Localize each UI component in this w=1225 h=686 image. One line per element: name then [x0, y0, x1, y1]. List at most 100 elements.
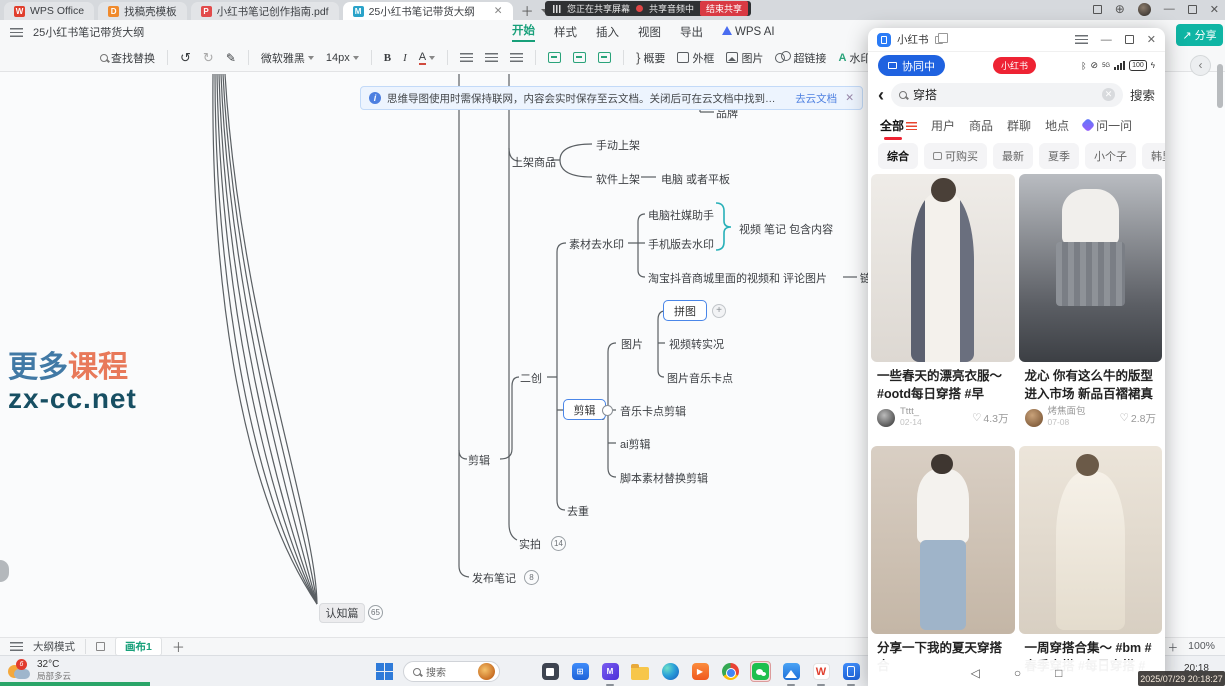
frame-button[interactable]: 外框 [677, 50, 714, 66]
insert-subtopic-icon[interactable] [573, 52, 586, 63]
layout-icon[interactable] [1093, 5, 1102, 14]
chip-korean-style[interactable]: 韩里韩气 [1142, 143, 1165, 169]
zoom-in-button[interactable]: ＋ [1168, 640, 1179, 655]
wps-app-icon[interactable]: W [811, 662, 831, 682]
chrome-icon[interactable] [720, 662, 740, 682]
phone-link-icon[interactable] [841, 662, 861, 682]
tab-groups[interactable]: 群聊 [1007, 117, 1031, 134]
insert-relation-icon[interactable] [598, 52, 611, 63]
task-view-button[interactable] [540, 662, 560, 682]
node-edit-parent[interactable]: 剪辑 [468, 452, 490, 468]
outline-mode-icon[interactable] [10, 642, 23, 651]
taskbar-search[interactable]: 搜索 [403, 661, 500, 682]
node-dedup[interactable]: 去重 [567, 503, 589, 519]
outline-mode-button[interactable]: 大纲模式 [33, 639, 75, 654]
node-device[interactable]: 电脑 或者平板 [661, 171, 730, 187]
menu-export[interactable]: 导出 [680, 24, 703, 40]
vertical-scrollbar[interactable] [1217, 64, 1223, 108]
tab-wps-office[interactable]: W WPS Office [4, 2, 94, 20]
node-music-beat-edit[interactable]: 音乐卡点剪辑 [620, 403, 686, 419]
start-button[interactable] [376, 663, 393, 680]
mountains-app-icon[interactable] [781, 662, 801, 682]
share-button[interactable]: ↗ 分享 [1176, 24, 1223, 46]
add-canvas-button[interactable]: ＋ [172, 637, 185, 656]
like-count[interactable]: ♡4.3万 [972, 411, 1009, 426]
collapse-panel-handle[interactable]: ‹ [1190, 55, 1211, 76]
settings-globe-icon[interactable]: ⊕ [1115, 2, 1125, 16]
summary-button[interactable]: }概要 [636, 50, 665, 66]
insert-topic-icon[interactable] [548, 52, 561, 63]
tab-template[interactable]: D 找稿壳模板 [98, 2, 187, 20]
maximize-icon[interactable] [1188, 5, 1197, 14]
node-edit-selected[interactable]: 剪辑 [563, 399, 606, 420]
minimize-icon[interactable]: — [1164, 3, 1175, 15]
chip-summer[interactable]: 夏季 [1039, 143, 1079, 169]
tab-places[interactable]: 地点 [1045, 117, 1069, 134]
format-painter-button[interactable]: ✎ [226, 51, 236, 65]
node-note-content[interactable]: 视频 笔记 包含内容 [739, 221, 833, 237]
chip-petite[interactable]: 小个子 [1085, 143, 1136, 169]
hamburger-menu-icon[interactable] [10, 28, 23, 37]
node-cognition[interactable]: 认知篇 [319, 603, 365, 623]
canvas-list-icon[interactable] [96, 642, 105, 651]
collab-mode-button[interactable]: 协同中 [878, 55, 945, 76]
nav-recents-icon[interactable]: □ [1055, 666, 1062, 680]
edge-browser-icon[interactable] [660, 662, 680, 682]
find-replace-button[interactable]: 查找替换 [100, 50, 155, 66]
clear-search-icon[interactable]: ✕ [1102, 88, 1115, 101]
collapsed-count-badge[interactable]: 14 [551, 536, 566, 551]
node-manual-listing[interactable]: 手动上架 [596, 137, 640, 153]
phone-minimize-icon[interactable]: — [1101, 34, 1112, 46]
wechat-icon-active[interactable] [750, 661, 771, 682]
user-avatar[interactable] [1138, 3, 1151, 16]
user-avatar[interactable] [877, 409, 895, 427]
search-field[interactable]: 穿搭 ✕ [891, 83, 1123, 107]
video-player-icon[interactable]: ▶ [690, 662, 710, 682]
node-publish[interactable]: 发布笔记 [472, 570, 516, 586]
note-card[interactable]: 分享一下我的夏天穿搭合 [871, 446, 1015, 684]
undo-button[interactable]: ↺ [180, 50, 191, 66]
menu-view[interactable]: 视图 [638, 24, 661, 40]
like-count[interactable]: ♡2.8万 [1119, 411, 1156, 426]
node-recreate[interactable]: 二创 [520, 370, 542, 386]
tab-goods[interactable]: 商品 [969, 117, 993, 134]
tab-mindmap-active[interactable]: M 25小红书笔记带货大纲 ✕ [343, 2, 513, 20]
tab-users[interactable]: 用户 [931, 117, 955, 134]
multi-window-icon[interactable] [935, 36, 943, 44]
font-color-button[interactable]: A [419, 51, 435, 65]
note-card[interactable]: 龙心 你有这么牛的版型进入市场 新品百褶裙真的… 烤焦面包07-08 ♡2.8万 [1019, 174, 1163, 438]
search-button[interactable]: 搜索 [1130, 85, 1155, 104]
phone-window-titlebar[interactable]: 小红书 — ✕ [868, 28, 1165, 52]
zoom-level[interactable]: 100% [1188, 640, 1215, 655]
tab-all[interactable]: 全部 [880, 117, 917, 134]
bold-button[interactable]: B [384, 52, 391, 64]
hyperlink-button[interactable]: 超链接 [775, 50, 826, 66]
align-left-icon[interactable] [460, 53, 473, 62]
menu-home[interactable]: 开始 [512, 22, 535, 42]
node-image-music-beat[interactable]: 图片音乐卡点 [667, 370, 733, 386]
node-listing[interactable]: 上架商品 [512, 154, 556, 170]
tab-pdf-guide[interactable]: P 小红书笔记创作指南.pdf [191, 2, 339, 20]
node-pc-helper[interactable]: 电脑社媒助手 [648, 207, 714, 223]
weather-widget[interactable]: 6 32°C局部多云 [8, 659, 71, 682]
node-real-shoot[interactable]: 实拍 [519, 536, 541, 552]
nav-back-icon[interactable]: ◁ [971, 666, 980, 680]
tab-ask[interactable]: 问一问 [1083, 117, 1132, 134]
redo-button[interactable]: ↻ [203, 50, 214, 66]
file-explorer-icon[interactable] [630, 662, 650, 682]
phone-maximize-icon[interactable] [1125, 35, 1134, 44]
menu-style[interactable]: 样式 [554, 24, 577, 40]
phone-menu-icon[interactable] [1075, 35, 1088, 44]
back-icon[interactable]: ‹ [878, 86, 884, 104]
collapsed-count-badge[interactable]: 8 [524, 570, 539, 585]
add-child-button[interactable]: + [712, 304, 726, 318]
font-family-select[interactable]: 微软雅黑 [261, 50, 314, 66]
node-software-listing[interactable]: 软件上架 [596, 171, 640, 187]
font-size-select[interactable]: 14px [326, 52, 359, 64]
note-card[interactable]: 一周穿搭合集～ #bm #春季穿搭 #每日穿搭 #日… [1019, 446, 1163, 684]
close-notice-icon[interactable]: ✕ [845, 92, 854, 104]
chip-comprehensive[interactable]: 综合 [878, 143, 918, 169]
node-drag-handle[interactable] [602, 405, 613, 416]
node-dewatermark[interactable]: 素材去水印 [569, 236, 624, 252]
menu-wps-ai[interactable]: WPS AI [722, 26, 775, 38]
